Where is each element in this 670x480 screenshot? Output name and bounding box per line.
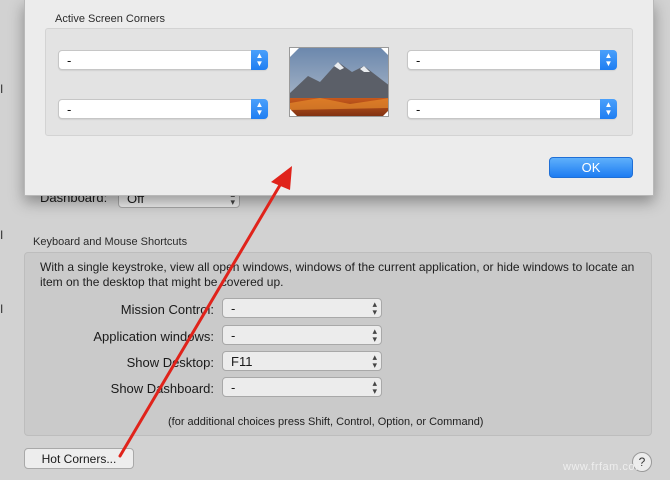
show-dashboard-value: - [231, 380, 236, 395]
application-windows-value: - [231, 328, 236, 343]
show-dashboard-label: Show Dashboard: [110, 381, 214, 396]
top-right-corner-value: - [416, 53, 421, 68]
show-dashboard-popup[interactable]: - ▴ ▾ [222, 377, 382, 397]
sheet-title: Active Screen Corners [55, 13, 166, 25]
clipped-text-fragment: I [0, 82, 4, 96]
chevron-updown-icon: ▴▾ [372, 299, 377, 317]
keyboard-shortcuts-title: Keyboard and Mouse Shortcuts [33, 236, 188, 248]
clipped-text-fragment: I [0, 228, 4, 242]
application-windows-popup[interactable]: - ▴ ▾ [222, 325, 382, 345]
active-screen-corners-sheet: Active Screen Corners - ▲ ▼ - ▲ ▼ - ▲ ▼ - ▲… [24, 0, 654, 196]
modifier-hint: (for additional choices press Shift, Con… [168, 416, 484, 428]
show-desktop-label: Show Desktop: [126, 355, 214, 370]
chevron-updown-icon: ▲ ▼ [600, 50, 617, 70]
mission-control-value: - [231, 301, 236, 316]
show-desktop-popup[interactable]: F11 ▴ ▾ [222, 351, 382, 371]
desktop-preview-image [289, 47, 389, 117]
top-right-corner-popup[interactable]: - ▲ ▼ [407, 50, 617, 70]
chevron-updown-icon: ▴▾ [372, 378, 377, 396]
top-left-corner-value: - [67, 53, 72, 68]
ok-button[interactable]: OK [549, 157, 633, 178]
hot-corners-button[interactable]: Hot Corners... [24, 448, 134, 469]
watermark: www.frfam.com [563, 461, 645, 473]
mission-control-label: Mission Control: [120, 302, 214, 317]
show-desktop-value: F11 [231, 354, 253, 369]
bottom-right-corner-popup[interactable]: - ▲ ▼ [407, 99, 617, 119]
bottom-left-corner-popup[interactable]: - ▲ ▼ [58, 99, 268, 119]
mountain-wallpaper-icon [290, 48, 388, 116]
application-windows-label: Application windows: [93, 329, 214, 344]
chevron-updown-icon: ▴▾ [372, 352, 377, 370]
chevron-updown-icon: ▲ ▼ [600, 99, 617, 119]
chevron-updown-icon: ▴▾ [372, 326, 377, 344]
chevron-updown-icon: ▲ ▼ [251, 50, 268, 70]
shortcuts-description: With a single keystroke, view all open w… [40, 260, 635, 289]
mission-control-popup[interactable]: - ▴ ▾ [222, 298, 382, 318]
chevron-updown-icon: ▲ ▼ [251, 99, 268, 119]
clipped-text-fragment: I [0, 302, 4, 316]
bottom-left-corner-value: - [67, 102, 72, 117]
bottom-right-corner-value: - [416, 102, 421, 117]
top-left-corner-popup[interactable]: - ▲ ▼ [58, 50, 268, 70]
